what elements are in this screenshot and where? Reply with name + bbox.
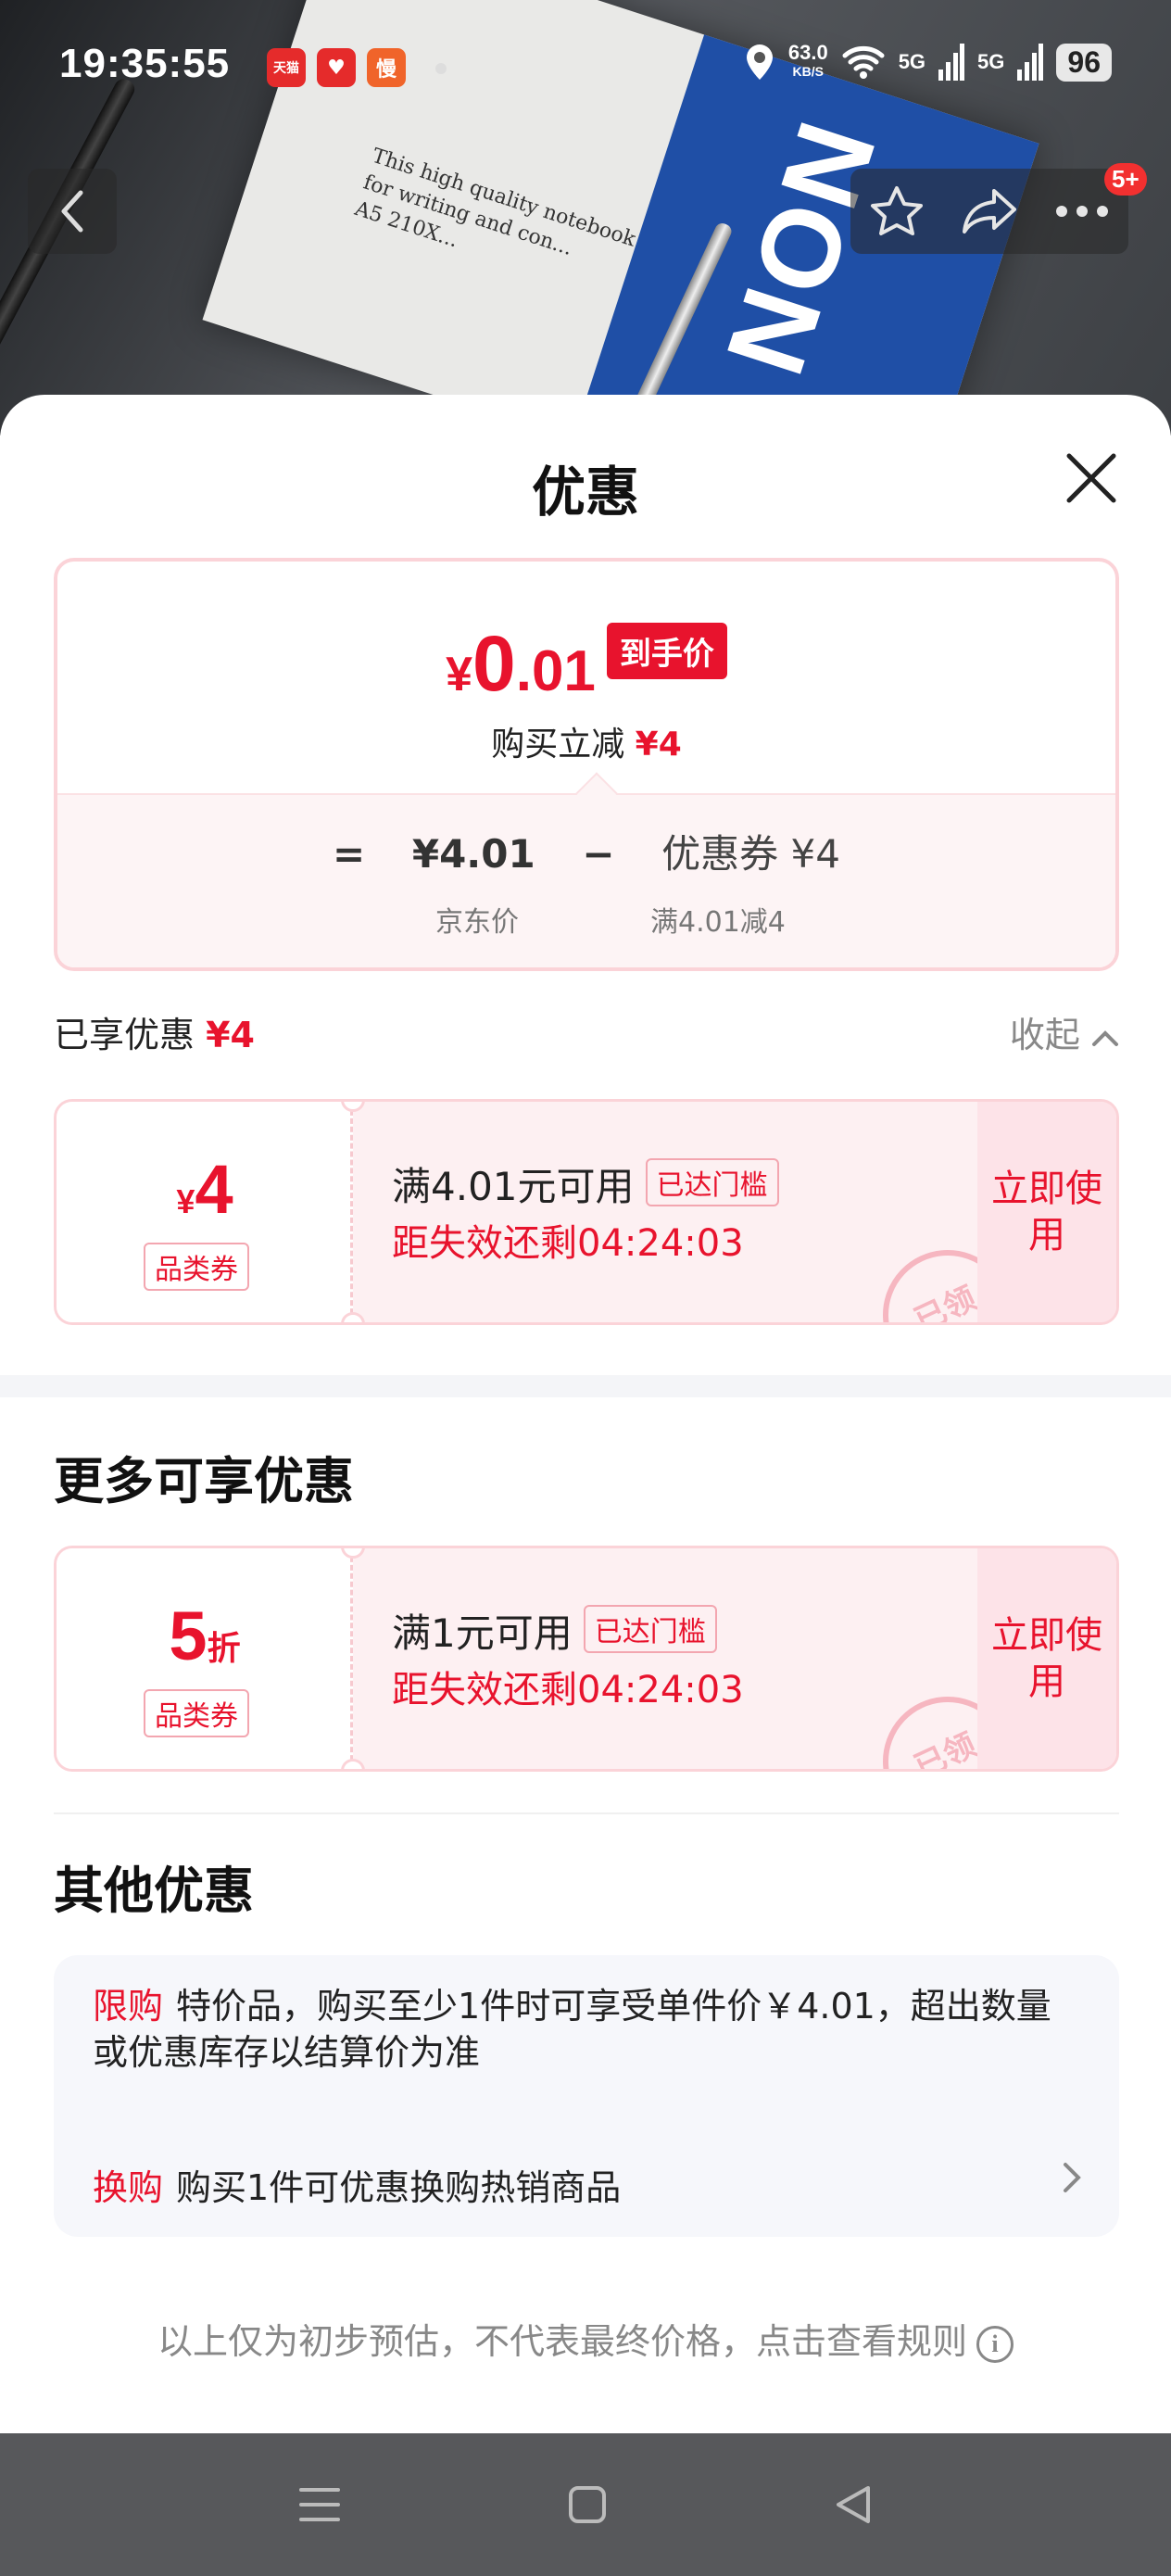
purchase-limit-info: 限购 特价品，购买至少1件时可享受单件价￥4.01，超出数量或优惠库存以结算价为准	[93, 1983, 1075, 2076]
status-right-group: 63.0 KB/S 5G 5G 96	[744, 43, 1112, 82]
coupon-value: 5	[169, 1597, 208, 1674]
coupon-countdown: 距失效还剩04:24:03	[392, 1222, 744, 1265]
collapse-button[interactable]: 收起	[1010, 1006, 1119, 1057]
pen-image	[0, 75, 138, 436]
rules-footnote[interactable]: 以上仅为初步预估，不代表最终价格，点击查看规则 i	[0, 2313, 1171, 2364]
coupon-card[interactable]: 5折 品类券 满1元可用 已达门槛 距失效还剩04:24:03 已领 立即使用	[54, 1546, 1119, 1772]
coupon-currency: ¥	[176, 1182, 195, 1220]
favorite-star-icon[interactable]	[869, 184, 925, 238]
final-price-decimal: .01	[515, 639, 596, 703]
back-triangle-icon[interactable]	[833, 2484, 874, 2525]
final-price: ¥0.01 到手价	[57, 619, 1115, 709]
status-bar: 19:35:55 天猫 ♥ 慢 63.0 KB/S 5G 5G 96	[0, 35, 1171, 100]
coupon-value: 4	[195, 1151, 233, 1228]
coupon-condition: 满4.01元可用 已达门槛	[392, 1155, 779, 1212]
coupon-type: 品类券	[144, 1243, 249, 1291]
exchange-purchase-row[interactable]: 换购 购买1件可优惠换购热销商品	[93, 2159, 621, 2210]
final-price-card: ¥0.01 到手价 购买立减 ¥4 = ¥4.01 − 优惠券 ¥4 京东价 满4…	[54, 558, 1119, 971]
back-button[interactable]	[28, 169, 117, 254]
discount-sheet: 优惠 ¥0.01 到手价 购买立减 ¥4 = ¥4.01 − 优惠券 ¥4 京东价…	[0, 395, 1171, 2433]
info-icon: i	[976, 2326, 1014, 2363]
menu-icon[interactable]	[297, 2484, 342, 2525]
other-discounts-title: 其他优惠	[54, 1862, 254, 1920]
coupon-deduction: 优惠券 ¥4	[661, 831, 840, 877]
enjoyed-label: 已享优惠	[54, 1015, 195, 1055]
net-speed: 63.0 KB/S	[787, 41, 828, 81]
section-separator	[54, 1812, 1119, 1814]
close-icon[interactable]	[1062, 448, 1121, 508]
coupon-rule-label: 满4.01减4	[650, 906, 786, 939]
more-discounts-title: 更多可享优惠	[54, 1452, 354, 1510]
signal-bars-icon	[938, 44, 965, 81]
sheet-title: 优惠	[531, 461, 639, 524]
coupon-countdown: 距失效还剩04:24:03	[392, 1669, 744, 1711]
coupon-condition-text: 满4.01元可用	[392, 1164, 635, 1209]
final-price-currency: ¥	[446, 648, 472, 701]
enjoyed-amount: ¥4	[206, 1015, 255, 1055]
exchange-purchase-text: 购买1件可优惠换购热销商品	[176, 2167, 622, 2208]
purchase-limit-key: 限购	[93, 1986, 164, 2027]
final-price-integer: 0	[472, 620, 516, 707]
signal-label-2: 5G	[977, 50, 1005, 73]
use-now-button[interactable]: 立即使用	[977, 1548, 1116, 1769]
jd-price-value: ¥4.01	[411, 831, 535, 877]
coupon-hole	[341, 1312, 365, 1322]
threshold-badge: 已达门槛	[583, 1605, 717, 1653]
price-breakdown: = ¥4.01 − 优惠券 ¥4 京东价 满4.01减4	[57, 793, 1115, 967]
chevron-left-icon	[61, 190, 83, 233]
coupon-condition-text: 满1元可用	[392, 1610, 573, 1656]
exchange-purchase-key: 换购	[93, 2167, 164, 2208]
slow-app-icon: 慢	[367, 48, 406, 87]
home-square-icon[interactable]	[567, 2484, 608, 2525]
purchase-limit-text: 特价品，购买至少1件时可享受单件价￥4.01，超出数量或优惠库存以结算价为准	[93, 1986, 1051, 2073]
share-icon[interactable]	[961, 187, 1018, 235]
heart-app-icon: ♥	[317, 48, 356, 87]
status-time: 19:35:55	[59, 41, 231, 86]
notebook-caption: This high quality notebook for writing a…	[351, 143, 639, 308]
chevron-right-icon[interactable]	[1062, 2161, 1082, 2194]
price-formula: = ¥4.01 − 优惠券 ¥4	[57, 823, 1115, 879]
notification-icons: 天猫 ♥ 慢	[267, 48, 406, 87]
equals-sign: =	[333, 831, 366, 877]
net-speed-unit: KB/S	[792, 64, 824, 79]
chevron-up-icon	[1092, 1030, 1118, 1046]
signal-bars-icon-2	[1017, 44, 1044, 81]
jd-price-label: 京东价	[435, 906, 519, 939]
final-price-tag: 到手价	[606, 623, 727, 679]
net-speed-value: 63.0	[787, 41, 828, 64]
signal-label-1: 5G	[898, 50, 926, 73]
enjoyed-discount: 已享优惠 ¥4	[54, 1006, 255, 1057]
location-icon	[746, 44, 773, 80]
coupon-condition: 满1元可用 已达门槛	[392, 1602, 717, 1659]
minus-sign: −	[582, 831, 615, 877]
more-options-icon[interactable]	[1054, 204, 1110, 219]
wifi-icon	[842, 45, 885, 79]
instant-discount: 购买立减 ¥4	[57, 717, 1115, 765]
footnote-text: 以上仅为初步预估，不代表最终价格，点击查看规则	[157, 2321, 967, 2362]
top-actions	[850, 169, 1128, 254]
battery-indicator: 96	[1056, 43, 1112, 82]
coupon-hole	[341, 1759, 365, 1769]
system-nav-bar	[0, 2433, 1171, 2576]
use-now-button[interactable]: 立即使用	[977, 1102, 1116, 1322]
other-discounts-box: 限购 特价品，购买至少1件时可享受单件价￥4.01，超出数量或优惠库存以结算价为准…	[54, 1955, 1119, 2237]
coupon-amount: ¥4	[57, 1150, 353, 1229]
threshold-badge: 已达门槛	[645, 1158, 779, 1206]
coupon-type: 品类券	[144, 1689, 249, 1737]
message-count-badge: 5+	[1104, 163, 1147, 196]
section-divider	[0, 1375, 1171, 1397]
coupon-suffix: 折	[207, 1630, 241, 1668]
tmall-app-icon: 天猫	[267, 48, 306, 87]
instant-discount-amount: ¥4	[635, 726, 682, 764]
coupon-card[interactable]: ¥4 品类券 满4.01元可用 已达门槛 距失效还剩04:24:03 已领 立即使…	[54, 1099, 1119, 1325]
more-notifications-dot-icon	[435, 63, 447, 74]
collapse-label: 收起	[1009, 1015, 1080, 1055]
coupon-amount: 5折	[57, 1597, 353, 1675]
instant-discount-label: 购买立减	[491, 726, 625, 764]
